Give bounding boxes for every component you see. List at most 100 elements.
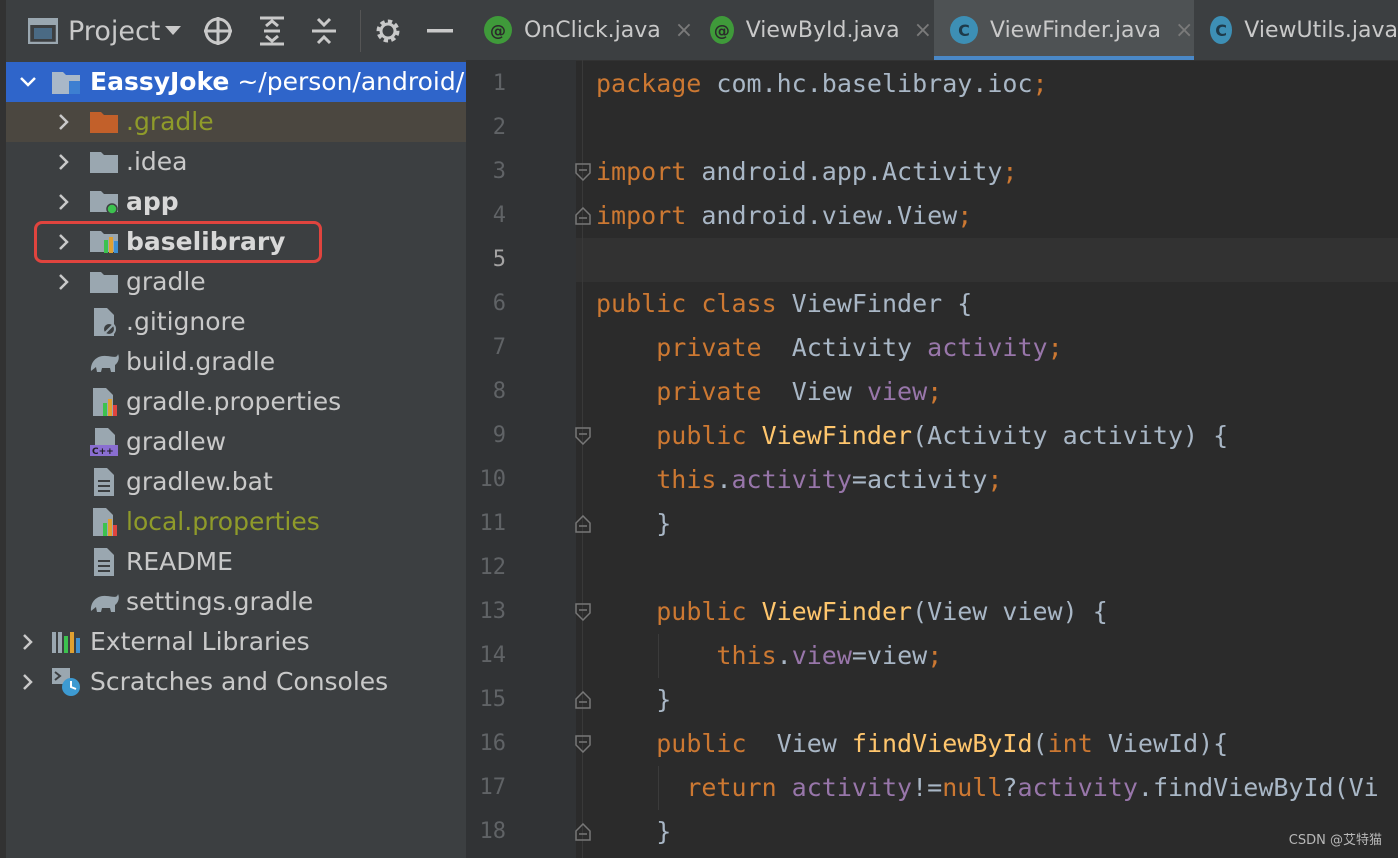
settings-button[interactable] [368,0,408,62]
tab-viewfinder-java[interactable]: C ViewFinder.java × [934,0,1194,60]
code-token: activity [1017,773,1138,802]
tree-item-label: External Libraries [90,627,310,656]
chevron-right-icon[interactable] [54,272,74,292]
code-line[interactable]: public ViewFinder(Activity activity) { [596,414,1228,458]
chevron-down-icon[interactable] [18,72,38,92]
code-line[interactable]: public ViewFinder(View view) { [596,590,1108,634]
code-line[interactable]: private View view; [596,370,942,414]
fold-close-icon[interactable] [574,823,592,841]
tab-viewbyid-java[interactable]: @ ViewById.java × [710,0,932,60]
code-editor: @ OnClick.java × @ ViewById.java × C Vie… [466,0,1398,858]
code-line[interactable]: private Activity activity; [596,326,1062,370]
project-view-label: Project [68,15,161,47]
chevron-right-icon[interactable] [54,192,74,212]
tree-item-app[interactable]: app [6,182,466,222]
tree-item-gradle-cache[interactable]: .gradle [6,102,466,142]
tree-item-readme[interactable]: README [6,542,466,582]
tree-item-scratches[interactable]: Scratches and Consoles [6,662,466,702]
code-token: ViewFinder { [791,289,973,318]
code-token: } [596,685,672,714]
scratches-icon [50,666,82,698]
line-number: 5 [492,247,506,272]
code-token: com.hc.baselibray.ioc [716,69,1033,98]
collapse-all-button[interactable] [304,0,344,62]
code-token: ViewId){ [1107,729,1229,758]
code-token: .findViewById(Vi [1137,773,1379,802]
fold-open-icon[interactable] [574,603,592,621]
close-icon[interactable]: × [914,18,932,43]
code-line[interactable]: } [596,678,671,722]
line-number: 11 [479,511,507,536]
code-token: ? [1002,773,1018,802]
code-line[interactable]: package com.hc.baselibray.ioc; [596,62,1048,106]
fold-close-icon[interactable] [574,207,592,225]
code-token: =view [851,641,928,670]
tree-item-idea[interactable]: .idea [6,142,466,182]
code-token: } [596,817,672,846]
chevron-right-icon[interactable] [54,112,74,132]
chevron-right-icon[interactable] [54,152,74,172]
orange-folder-icon [88,106,120,138]
tree-item-gitignore[interactable]: .gitignore [6,302,466,342]
tree-item-label: .idea [126,147,188,176]
expand-all-button[interactable] [252,0,292,62]
line-number: 18 [479,819,507,844]
locate-file-button[interactable] [198,0,238,62]
code-token: import [596,157,702,186]
tree-item-build-gradle[interactable]: build.gradle [6,342,466,382]
tree-item-label: gradlew.bat [126,467,273,496]
code-line[interactable]: this.activity=activity; [596,458,1002,502]
tree-item-label: Scratches and Consoles [90,667,389,696]
properties-file-icon [88,386,120,418]
tree-item-gradlew-bat[interactable]: gradlew.bat [6,462,466,502]
line-number: 12 [479,555,507,580]
line-number: 2 [492,115,506,140]
chevron-right-icon[interactable] [18,672,38,692]
code-line[interactable]: import android.view.View; [596,194,972,238]
tab-onclick-java[interactable]: @ OnClick.java × [484,0,706,60]
tree-item-gradle-properties[interactable]: gradle.properties [6,382,466,422]
line-number: 16 [479,731,507,756]
tree-item-label: settings.gradle [126,587,314,616]
tree-item-settings-gradle[interactable]: settings.gradle [6,582,466,622]
code-token: android.view.View [701,201,958,230]
project-view-dropdown[interactable]: Project [28,0,188,62]
code-token: ; [987,465,1003,494]
chevron-right-icon[interactable] [18,632,38,652]
code-line[interactable]: public class ViewFinder { [596,282,972,326]
fold-close-icon[interactable] [574,691,592,709]
tree-item-root[interactable]: EassyJoke ~/person/android/l [6,62,466,102]
code-token: Activity [791,333,928,362]
fold-close-icon[interactable] [574,515,592,533]
current-line-highlight [466,238,1398,282]
code-line[interactable]: return activity!=null?activity.findViewB… [596,766,1379,810]
close-icon[interactable]: × [675,18,693,43]
code-line[interactable]: public View findViewById(int ViewId){ [596,722,1228,766]
code-line[interactable]: } [596,810,671,854]
cpp-file-icon: C++ [88,426,120,458]
tree-item-external-libraries[interactable]: External Libraries [6,622,466,662]
code-line[interactable]: import android.app.Activity; [596,150,1017,194]
code-line[interactable]: } [596,502,671,546]
hide-panel-button[interactable] [420,0,460,62]
text-file-icon [88,546,120,578]
tree-item-gradlew[interactable]: C++ gradlew [6,422,466,462]
tree-item-local-properties[interactable]: local.properties [6,502,466,542]
close-icon[interactable]: × [1175,18,1193,43]
code-line[interactable]: this.view=view; [596,634,942,678]
line-number: 9 [492,423,506,448]
code-token: findViewById [851,729,1033,758]
fold-open-icon[interactable] [574,427,592,445]
code-token: View [791,377,867,406]
tree-item-gradle[interactable]: gradle [6,262,466,302]
tab-viewutils-java[interactable]: C ViewUtils.java [1210,0,1398,60]
editor-tab-bar: @ OnClick.java × @ ViewById.java × C Vie… [466,0,1398,61]
fold-open-icon[interactable] [574,735,592,753]
fold-open-icon[interactable] [574,163,592,181]
line-number: 3 [492,159,506,184]
code-token: int [1047,729,1108,758]
code-token: this [656,465,717,494]
project-toolbar: Project [6,0,466,63]
